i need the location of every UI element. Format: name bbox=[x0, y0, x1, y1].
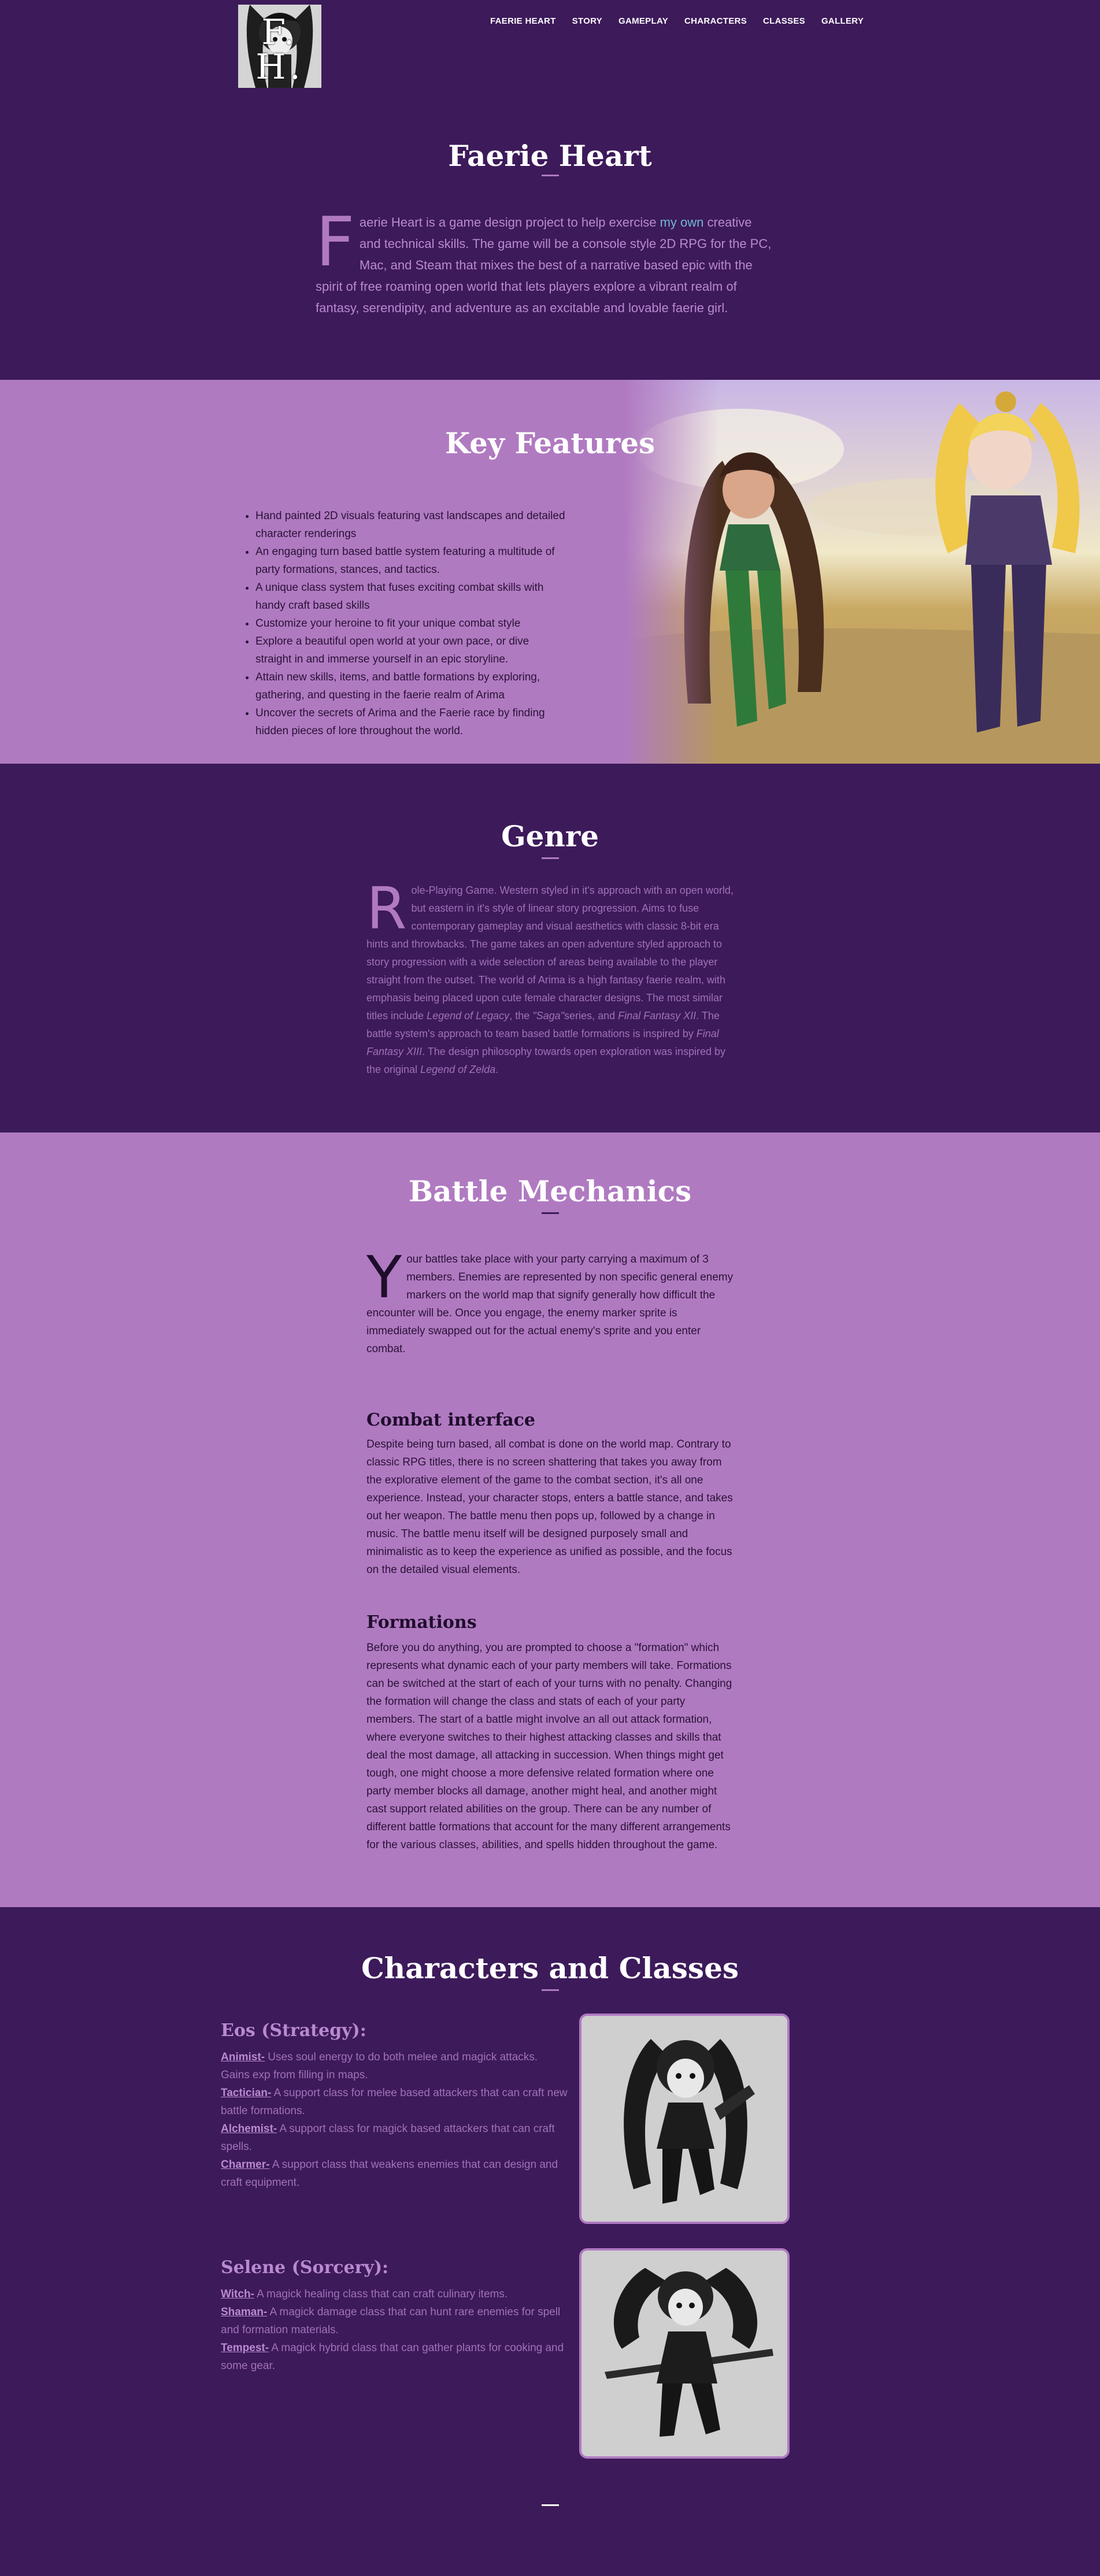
feature-item: Uncover the secrets of Arima and the Fae… bbox=[255, 704, 565, 740]
eos-name: Eos (Strategy): bbox=[221, 2020, 366, 2041]
class-entry: Shaman- A magick damage class that can h… bbox=[221, 2303, 568, 2339]
class-desc: A magick hybrid class that can gather pl… bbox=[221, 2342, 564, 2372]
feature-item: Attain new skills, items, and battle for… bbox=[255, 668, 565, 704]
genre-text-part: . bbox=[495, 1064, 499, 1075]
class-tempest-link[interactable]: Tempest- bbox=[221, 2342, 269, 2354]
class-desc: A support class that weakens enemies tha… bbox=[221, 2159, 558, 2189]
feature-item: Hand painted 2D visuals featuring vast l… bbox=[255, 507, 565, 543]
class-entry: Alchemist- A support class for magick ba… bbox=[221, 2120, 568, 2156]
nav-gallery[interactable]: GALLERY bbox=[821, 16, 864, 26]
genre-title-ref: Legend of Legacy bbox=[427, 1010, 510, 1021]
selene-character-illustration bbox=[605, 2268, 773, 2437]
genre-title-underline bbox=[542, 857, 559, 859]
battle-intro-body: our battles take place with your party c… bbox=[366, 1253, 734, 1355]
class-entry: Witch- A magick healing class that can c… bbox=[221, 2285, 568, 2303]
genre-title-ref: Legend of Zelda bbox=[420, 1064, 496, 1075]
battle-intro-text: Your battles take place with your party … bbox=[366, 1243, 736, 1358]
hero-text-part2: creative and technical skills. The game … bbox=[316, 215, 772, 315]
selene-class-list: Witch- A magick healing class that can c… bbox=[221, 2285, 568, 2375]
feature-item: An engaging turn based battle system fea… bbox=[255, 543, 565, 579]
selene-portrait bbox=[579, 2248, 790, 2459]
class-desc: Uses soul energy to do both melee and ma… bbox=[221, 2051, 538, 2081]
hero-intro-text: Faerie Heart is a game design project to… bbox=[316, 202, 772, 319]
hero-text-part1: aerie Heart is a game design project to … bbox=[359, 215, 660, 230]
characters-classes-title: Characters and Classes bbox=[361, 1951, 739, 1985]
class-charmer-link[interactable]: Charmer- bbox=[221, 2159, 269, 2171]
eos-class-list: Animist- Uses soul energy to do both mel… bbox=[221, 2048, 568, 2192]
characters-title-underline bbox=[542, 1989, 559, 1991]
footer-divider bbox=[542, 2504, 559, 2506]
eos-portrait bbox=[579, 2014, 790, 2224]
genre-section: Genre Role-Playing Game. Western styled … bbox=[0, 764, 1100, 1132]
genre-text-part: , the bbox=[509, 1010, 533, 1021]
nav-classes[interactable]: CLASSES bbox=[763, 16, 805, 26]
key-features-list: Hand painted 2D visuals featuring vast l… bbox=[230, 495, 577, 752]
genre-text-part: series, and bbox=[564, 1010, 618, 1021]
selene-name: Selene (Sorcery): bbox=[221, 2257, 389, 2278]
main-nav: FAERIE HEART STORY GAMEPLAY CHARACTERS C… bbox=[490, 16, 864, 26]
eos-character-illustration bbox=[624, 2039, 755, 2204]
feature-item: A unique class system that fuses excitin… bbox=[255, 579, 565, 615]
class-shaman-link[interactable]: Shaman- bbox=[221, 2306, 267, 2318]
class-entry: Charmer- A support class that weakens en… bbox=[221, 2156, 568, 2192]
genre-title-ref: "Saga" bbox=[532, 1010, 565, 1021]
battle-mechanics-title: Battle Mechanics bbox=[408, 1174, 692, 1208]
formations-text: Before you do anything, you are prompted… bbox=[366, 1642, 732, 1851]
combat-interface-text: Despite being turn based, all combat is … bbox=[366, 1438, 733, 1576]
nav-faerie-heart[interactable]: FAERIE HEART bbox=[490, 16, 556, 26]
class-animist-link[interactable]: Animist- bbox=[221, 2051, 265, 2063]
battle-dropcap: Y bbox=[366, 1243, 402, 1311]
key-features-section: Key Features Hand painted 2D visuals fea… bbox=[0, 380, 1100, 764]
logo-text: F. H. bbox=[255, 12, 304, 87]
hero-title: Faerie Heart bbox=[448, 139, 652, 173]
genre-dropcap: R bbox=[366, 875, 407, 942]
feature-item: Customize your heroine to fit your uniqu… bbox=[255, 615, 565, 632]
key-features-title-underline bbox=[542, 462, 559, 464]
hero-dropcap: F bbox=[316, 202, 355, 282]
hero-link-my-own[interactable]: my own bbox=[660, 215, 704, 230]
nav-characters[interactable]: CHARACTERS bbox=[684, 16, 747, 26]
hero-section: F. H. FAERIE HEART STORY GAMEPLAY CHARAC… bbox=[0, 0, 1100, 380]
battle-title-underline bbox=[542, 1212, 559, 1214]
battle-mechanics-section: Battle Mechanics Your battles take place… bbox=[0, 1132, 1100, 1907]
characters-classes-section: Characters and Classes Eos (Strategy): A… bbox=[0, 1907, 1100, 2576]
genre-title-ref: Final Fantasy XII bbox=[618, 1010, 697, 1021]
class-entry: Animist- Uses soul energy to do both mel… bbox=[221, 2048, 568, 2084]
genre-title: Genre bbox=[501, 819, 599, 853]
class-desc: A support class for melee based attacker… bbox=[221, 2087, 568, 2117]
feature-item: Explore a beautiful open world at your o… bbox=[255, 632, 565, 668]
key-features-title: Key Features bbox=[445, 426, 655, 460]
genre-text-part: ole-Playing Game. Western styled in it's… bbox=[366, 884, 734, 1021]
genre-text: Role-Playing Game. Western styled in it'… bbox=[366, 875, 734, 1079]
class-tactician-link[interactable]: Tactician- bbox=[221, 2087, 271, 2099]
class-desc: A magick healing class that can craft cu… bbox=[254, 2288, 508, 2300]
nav-story[interactable]: STORY bbox=[572, 16, 602, 26]
class-witch-link[interactable]: Witch- bbox=[221, 2288, 254, 2300]
class-entry: Tactician- A support class for melee bas… bbox=[221, 2084, 568, 2120]
hero-title-underline bbox=[542, 175, 559, 176]
formations-heading: Formations bbox=[366, 1612, 477, 1633]
combat-interface-heading: Combat interface bbox=[366, 1410, 536, 1430]
nav-gameplay[interactable]: GAMEPLAY bbox=[618, 16, 668, 26]
site-logo[interactable]: F. H. bbox=[238, 5, 321, 88]
class-entry: Tempest- A magick hybrid class that can … bbox=[221, 2339, 568, 2375]
class-alchemist-link[interactable]: Alchemist- bbox=[221, 2123, 277, 2135]
class-desc: A magick damage class that can hunt rare… bbox=[221, 2306, 561, 2336]
